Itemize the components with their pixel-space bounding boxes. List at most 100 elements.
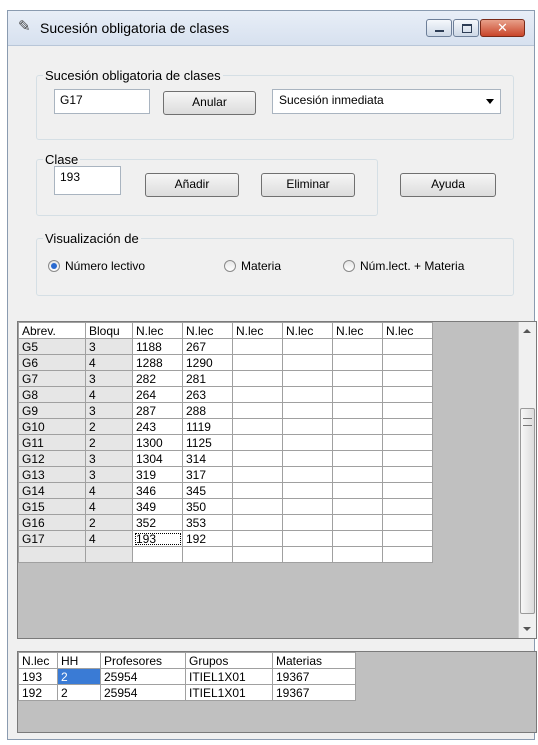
table-cell[interactable]: G16 <box>18 514 86 531</box>
table-cell[interactable]: G5 <box>18 338 86 355</box>
scroll-down-icon[interactable] <box>523 627 531 631</box>
table-row[interactable]: G13 3 319 317 <box>18 466 433 483</box>
table-cell[interactable]: 319 <box>132 466 183 483</box>
table-cell[interactable]: 1119 <box>182 418 233 435</box>
table-cell[interactable] <box>332 514 383 531</box>
sucesion-grid[interactable]: Abrev. Bloqu N.lec N.lec N.lec N.lec N.lec N.le… <box>17 321 537 639</box>
table-cell[interactable]: G9 <box>18 402 86 419</box>
table-cell[interactable]: G7 <box>18 370 86 387</box>
table-row[interactable]: G7 3 282 281 <box>18 370 433 387</box>
table-cell[interactable]: G17 <box>18 530 86 547</box>
table-cell[interactable]: 281 <box>182 370 233 387</box>
table-cell[interactable]: 193 <box>132 530 183 547</box>
table-cell[interactable] <box>232 450 283 467</box>
table-cell[interactable] <box>282 450 333 467</box>
table-row[interactable]: 192 2 25954 ITIEL1X01 19367 <box>18 684 356 701</box>
table-cell[interactable] <box>332 370 383 387</box>
table-cell[interactable] <box>132 546 183 563</box>
eliminar-button[interactable]: Eliminar <box>261 173 355 197</box>
table-cell[interactable] <box>382 354 433 371</box>
table-cell[interactable]: 3 <box>85 450 133 467</box>
table-cell[interactable]: 317 <box>182 466 233 483</box>
table-row[interactable]: G8 4 264 263 <box>18 386 433 403</box>
table-cell[interactable] <box>332 498 383 515</box>
ayuda-button[interactable]: Ayuda <box>400 173 496 197</box>
table-cell[interactable] <box>282 354 333 371</box>
table-row[interactable]: G9 3 287 288 <box>18 402 433 419</box>
table-cell[interactable]: 264 <box>132 386 183 403</box>
table-cell[interactable] <box>332 466 383 483</box>
grid-vertical-scrollbar[interactable] <box>518 322 536 638</box>
table-cell[interactable]: 3 <box>85 466 133 483</box>
table-cell[interactable] <box>332 450 383 467</box>
table-cell[interactable]: 263 <box>182 386 233 403</box>
table-cell[interactable]: 4 <box>85 530 133 547</box>
table-cell[interactable] <box>332 530 383 547</box>
table-cell[interactable]: 345 <box>182 482 233 499</box>
detail-grid[interactable]: N.lec HH Profesores Grupos Materias 193 2 2595… <box>17 651 537 733</box>
table-row[interactable]: G15 4 349 350 <box>18 498 433 515</box>
table-cell[interactable]: 1288 <box>132 354 183 371</box>
radio-numero-lectivo[interactable]: Número lectivo <box>48 259 145 273</box>
table-cell[interactable] <box>282 546 333 563</box>
table-row[interactable] <box>18 546 433 563</box>
table-cell[interactable]: 3 <box>85 338 133 355</box>
table-cell[interactable] <box>85 546 133 563</box>
table-row[interactable]: G12 3 1304 314 <box>18 450 433 467</box>
scrollbar-thumb[interactable] <box>520 408 535 614</box>
column-header[interactable]: Bloqu <box>85 322 133 339</box>
column-header[interactable]: HH <box>57 652 101 669</box>
sucesion-type-select[interactable]: Sucesión inmediata <box>272 89 501 114</box>
table-cell[interactable] <box>332 418 383 435</box>
table-cell[interactable]: G6 <box>18 354 86 371</box>
column-header[interactable]: Abrev. <box>18 322 86 339</box>
table-cell[interactable]: ITIEL1X01 <box>185 684 273 701</box>
table-cell[interactable] <box>232 386 283 403</box>
table-cell[interactable]: G10 <box>18 418 86 435</box>
table-cell[interactable] <box>382 530 433 547</box>
table-cell[interactable] <box>232 482 283 499</box>
table-cell[interactable] <box>382 402 433 419</box>
table-cell[interactable]: 19367 <box>272 668 356 685</box>
column-header[interactable]: N.lec <box>132 322 183 339</box>
column-header[interactable]: N.lec <box>18 652 58 669</box>
table-cell[interactable]: 19367 <box>272 684 356 701</box>
table-cell[interactable]: 1300 <box>132 434 183 451</box>
table-cell[interactable]: 282 <box>132 370 183 387</box>
column-header[interactable]: N.lec <box>182 322 233 339</box>
table-cell[interactable]: 2 <box>57 668 101 685</box>
table-cell[interactable]: G14 <box>18 482 86 499</box>
table-cell[interactable]: G8 <box>18 386 86 403</box>
table-cell[interactable]: 2 <box>85 514 133 531</box>
minimize-button[interactable] <box>426 19 452 37</box>
table-cell[interactable]: 3 <box>85 402 133 419</box>
table-cell[interactable]: 2 <box>85 434 133 451</box>
table-cell[interactable] <box>282 514 333 531</box>
table-cell[interactable] <box>332 434 383 451</box>
maximize-button[interactable] <box>453 19 479 37</box>
table-cell[interactable] <box>332 546 383 563</box>
table-cell[interactable] <box>282 530 333 547</box>
table-cell[interactable]: 193 <box>18 668 58 685</box>
table-cell[interactable] <box>282 418 333 435</box>
table-cell[interactable] <box>282 402 333 419</box>
table-cell[interactable]: 192 <box>18 684 58 701</box>
table-cell[interactable] <box>282 482 333 499</box>
column-header[interactable]: N.lec <box>232 322 283 339</box>
column-header[interactable]: Materias <box>272 652 356 669</box>
table-cell[interactable]: 4 <box>85 482 133 499</box>
scroll-up-icon[interactable] <box>523 329 531 333</box>
column-header[interactable]: N.lec <box>382 322 433 339</box>
table-cell[interactable]: 2 <box>85 418 133 435</box>
table-cell[interactable] <box>332 354 383 371</box>
table-row[interactable]: G10 2 243 1119 <box>18 418 433 435</box>
table-cell[interactable]: 1125 <box>182 434 233 451</box>
anular-button[interactable]: Anular <box>163 91 256 115</box>
column-header[interactable]: N.lec <box>332 322 383 339</box>
table-cell[interactable] <box>382 450 433 467</box>
table-cell[interactable]: ITIEL1X01 <box>185 668 273 685</box>
table-cell[interactable] <box>282 386 333 403</box>
table-cell[interactable] <box>232 530 283 547</box>
table-cell[interactable]: 349 <box>132 498 183 515</box>
table-cell[interactable]: 288 <box>182 402 233 419</box>
